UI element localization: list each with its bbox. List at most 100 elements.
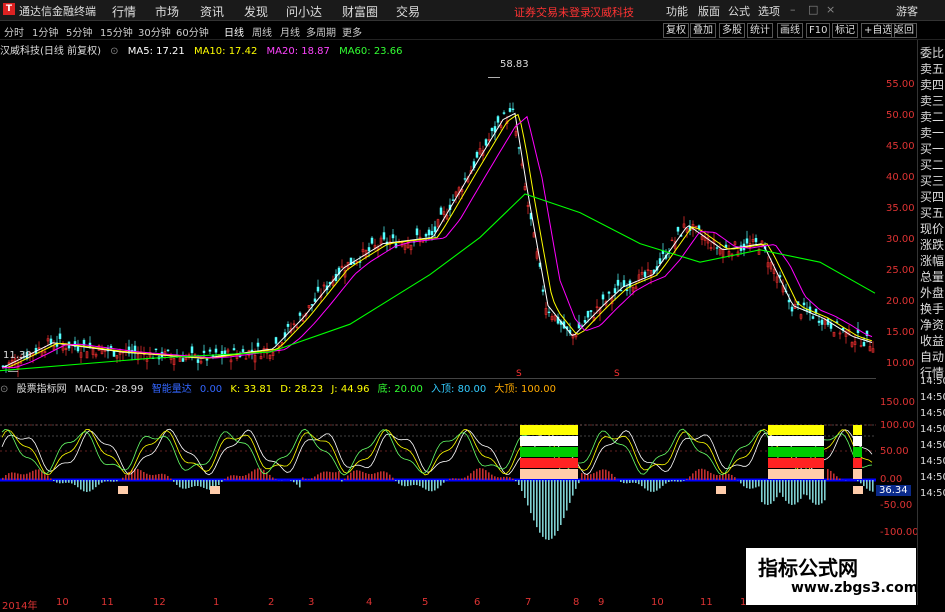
- period-daily[interactable]: 日线: [224, 24, 244, 39]
- candle-body: [206, 359, 208, 360]
- close-icon[interactable]: ×: [826, 3, 835, 16]
- macd-bar: [200, 480, 202, 487]
- date-tick: 11: [700, 597, 713, 608]
- macd-bar: [482, 469, 484, 480]
- tool-duogu[interactable]: 多股: [719, 23, 745, 38]
- side-panel-item[interactable]: 14:50: [920, 376, 945, 387]
- side-panel-item[interactable]: 涨幅: [920, 252, 945, 269]
- menu-xuanxiang[interactable]: 选项: [758, 3, 780, 19]
- side-panel-item[interactable]: 14:50: [920, 440, 945, 451]
- guest-label[interactable]: 游客: [896, 3, 918, 19]
- period-weekly[interactable]: 周线: [252, 24, 272, 39]
- side-panel-item[interactable]: 买五: [920, 204, 945, 221]
- period-more[interactable]: 更多: [342, 24, 362, 39]
- side-panel-item[interactable]: 卖三: [920, 92, 945, 109]
- macd-bar: [650, 480, 652, 492]
- stock-link[interactable]: 汉威科技: [590, 4, 634, 20]
- side-panel-item[interactable]: 14:50: [920, 472, 945, 483]
- period-60min[interactable]: 60分钟: [176, 24, 209, 39]
- period-fenshi[interactable]: 分时: [4, 24, 24, 39]
- candle-body: [497, 117, 499, 123]
- menu-item-hangqing[interactable]: 行情: [112, 3, 136, 20]
- side-panel-item[interactable]: 卖一: [920, 124, 945, 141]
- period-15min[interactable]: 15分钟: [100, 24, 133, 39]
- side-panel-item[interactable]: 自动: [920, 348, 945, 365]
- indicator-toggle-icon[interactable]: ⊙: [0, 384, 8, 395]
- macd-bar: [53, 480, 55, 481]
- macd-bar: [695, 471, 697, 480]
- side-panel-item[interactable]: 总量: [920, 268, 945, 285]
- price-tick: 30.00: [886, 234, 915, 245]
- macd-bar: [521, 480, 523, 491]
- candle-body: [287, 324, 289, 326]
- macd-bar: [5, 475, 7, 480]
- minimize-icon[interactable]: –: [790, 3, 796, 16]
- candle-body: [431, 231, 433, 234]
- macd-bar: [809, 480, 811, 499]
- bottom-label: 底: 20.00: [378, 384, 423, 395]
- macd-bar: [32, 471, 34, 480]
- side-panel-item[interactable]: 外盘: [920, 284, 945, 301]
- signal-block: [853, 425, 862, 435]
- side-panel-item[interactable]: 14:50: [920, 392, 945, 403]
- menu-item-caifuquan[interactable]: 财富圈: [342, 3, 378, 20]
- menu-gongshi[interactable]: 公式: [728, 3, 750, 19]
- side-panel-item[interactable]: 涨跌: [920, 236, 945, 253]
- side-panel-item[interactable]: 收益: [920, 332, 945, 349]
- period-monthly[interactable]: 月线: [280, 24, 300, 39]
- period-30min[interactable]: 30分钟: [138, 24, 171, 39]
- candle-body: [863, 342, 865, 346]
- tool-biaoji[interactable]: 标记: [832, 23, 858, 38]
- side-panel-item[interactable]: 14:50: [920, 408, 945, 419]
- watermark-url: www.zbgs3.com: [791, 580, 918, 596]
- macd-bar: [17, 473, 19, 480]
- side-panel-item[interactable]: 14:50: [920, 424, 945, 435]
- kline-chart[interactable]: SS: [0, 40, 917, 607]
- macd-bar: [248, 473, 250, 480]
- macd-bar: [332, 472, 334, 480]
- tool-fuquan[interactable]: 复权: [663, 23, 689, 38]
- macd-bar: [89, 480, 91, 491]
- menu-item-wenxiaoda[interactable]: 问小达: [286, 3, 322, 20]
- menu-item-shichang[interactable]: 市场: [155, 3, 179, 20]
- bottom-pad: [210, 486, 220, 494]
- side-panel-item[interactable]: 卖四: [920, 76, 945, 93]
- menu-item-jiaoyi[interactable]: 交易: [396, 3, 420, 20]
- candle-body: [233, 348, 235, 350]
- side-panel-item[interactable]: 买一: [920, 140, 945, 157]
- tool-tongji[interactable]: 统计: [747, 23, 773, 38]
- tool-fanhui[interactable]: 返回: [891, 23, 917, 38]
- macd-bar: [293, 480, 295, 482]
- side-panel-item[interactable]: 买三: [920, 172, 945, 189]
- login-warning[interactable]: 证券交易未登录: [514, 4, 591, 20]
- menu-item-zixun[interactable]: 资讯: [200, 3, 224, 20]
- period-1min[interactable]: 1分钟: [32, 24, 58, 39]
- macd-bar: [308, 479, 310, 480]
- side-panel-item[interactable]: 卖五: [920, 60, 945, 77]
- side-panel-item[interactable]: 14:50: [920, 488, 945, 499]
- period-multi[interactable]: 多周期: [306, 24, 336, 39]
- macd-bar: [554, 480, 556, 536]
- side-panel-item[interactable]: 换手: [920, 300, 945, 317]
- side-panel-item[interactable]: 买四: [920, 188, 945, 205]
- macd-bar: [404, 480, 406, 486]
- side-panel-item[interactable]: 买二: [920, 156, 945, 173]
- menu-banmian[interactable]: 版面: [698, 3, 720, 19]
- macd-bar: [506, 477, 508, 480]
- period-5min[interactable]: 5分钟: [66, 24, 92, 39]
- side-panel-item[interactable]: 现价: [920, 220, 945, 237]
- tool-huaxian[interactable]: 画线: [777, 23, 803, 38]
- side-panel-item[interactable]: 卖二: [920, 108, 945, 125]
- side-panel-item[interactable]: 净资: [920, 316, 945, 333]
- side-panel-item[interactable]: 14:50: [920, 456, 945, 467]
- tool-f10[interactable]: F10: [806, 23, 830, 38]
- indicator-name[interactable]: 股票指标网: [17, 384, 67, 395]
- macd-bar: [647, 480, 649, 491]
- side-panel-item[interactable]: 委比: [920, 44, 945, 61]
- restore-icon[interactable]: □: [808, 3, 818, 16]
- tool-diejia[interactable]: 叠加: [690, 23, 716, 38]
- last-value-badge: 36.34: [876, 485, 911, 496]
- macd-bar: [656, 480, 658, 491]
- menu-gongneng[interactable]: 功能: [666, 3, 688, 19]
- menu-item-faxian[interactable]: 发现: [244, 3, 268, 20]
